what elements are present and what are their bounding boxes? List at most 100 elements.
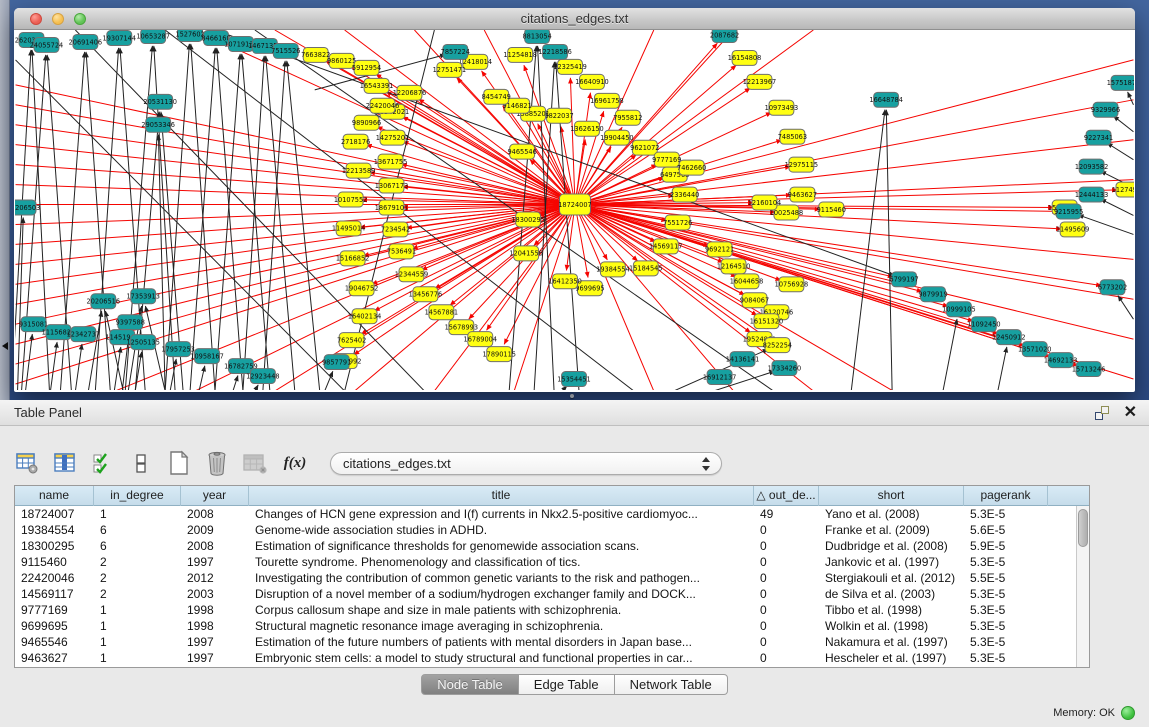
table-cell[interactable]: 2003 (181, 586, 249, 602)
graph-node[interactable]: 16648784 (869, 92, 902, 107)
table-cell[interactable]: Investigating the contribution of common… (249, 570, 754, 586)
graph-node[interactable]: 12206876 (393, 85, 426, 100)
column-header-in-degree[interactable]: in_degree (94, 486, 181, 506)
graph-node[interactable]: 2087682 (710, 30, 739, 42)
show-column-icon[interactable] (52, 450, 78, 476)
graph-node[interactable]: 6773202 (1098, 280, 1127, 295)
table-cell[interactable]: Tourette syndrome. Phenomenology and cla… (249, 554, 754, 570)
graph-node[interactable]: 13671755 (374, 154, 407, 169)
graph-node[interactable]: 10653287 (136, 30, 169, 43)
graph-node[interactable]: 6799197 (889, 272, 918, 287)
graph-node[interactable]: 24055724 (30, 37, 63, 52)
graph-node[interactable]: 9879919 (918, 287, 947, 302)
table-cell[interactable]: 18300295 (15, 538, 94, 554)
table-cell[interactable]: 5.3E-5 (964, 602, 1048, 618)
table-row[interactable]: 1456911722003Disruption of a novel membe… (15, 586, 1076, 602)
graph-node[interactable]: 11274909 (1112, 182, 1134, 197)
graph-node[interactable]: 12093582 (1075, 159, 1108, 174)
table-cell[interactable]: 5.3E-5 (964, 634, 1048, 650)
table-cell[interactable]: 1 (94, 618, 181, 634)
graph-node[interactable]: 17353913 (126, 289, 159, 304)
graph-node[interactable]: 13626150 (570, 121, 603, 136)
column-header-title[interactable]: title (249, 486, 754, 506)
graph-node[interactable]: 12342737 (67, 327, 100, 342)
graph-node[interactable]: 14136141 (726, 352, 759, 367)
table-cell[interactable]: Corpus callosum shape and size in male p… (249, 602, 754, 618)
graph-node[interactable]: 9084067 (740, 293, 769, 308)
graph-node[interactable]: 16151320 (750, 314, 783, 329)
graph-node[interactable]: 2336440 (670, 187, 699, 202)
table-cell[interactable]: 5.5E-5 (964, 570, 1048, 586)
graph-node[interactable]: 10756928 (775, 277, 808, 292)
graph-node[interactable]: 19046752 (345, 281, 378, 296)
collapse-panel-arrow-icon[interactable] (2, 342, 8, 350)
table-cell[interactable]: Jankovic et al. (1997) (819, 554, 964, 570)
graph-node[interactable]: 20206516 (87, 294, 120, 309)
table-cell[interactable]: 5.3E-5 (964, 618, 1048, 634)
table-cell[interactable]: 1997 (181, 554, 249, 570)
table-row[interactable]: 1872400712008Changes of HCN gene express… (15, 506, 1076, 522)
select-all-icon[interactable] (90, 450, 116, 476)
float-panel-icon[interactable] (1095, 406, 1109, 420)
column-header-name[interactable]: name (15, 486, 94, 506)
table-cell[interactable]: 2008 (181, 506, 249, 522)
graph-node[interactable]: 17890115 (482, 347, 515, 362)
table-cell[interactable]: Hescheler et al. (1997) (819, 650, 964, 666)
graph-node[interactable]: 12213967 (743, 74, 776, 89)
table-cell[interactable]: 14569117 (15, 586, 94, 602)
graph-node[interactable]: 16961758 (590, 93, 623, 108)
graph-node[interactable]: 17334260 (768, 361, 801, 376)
table-row[interactable]: 1830029562008Estimation of significance … (15, 538, 1076, 554)
table-cell[interactable]: Stergiakouli et al. (2012) (819, 570, 964, 586)
graph-node[interactable]: 18300295 (511, 212, 544, 227)
table-cell[interactable]: Franke et al. (2009) (819, 522, 964, 538)
table-cell[interactable]: Nakamura et al. (1997) (819, 634, 964, 650)
graph-node[interactable]: 14567881 (425, 305, 458, 320)
graph-node[interactable]: 7234542 (381, 222, 410, 237)
graph-node[interactable]: 7663822 (301, 47, 330, 62)
scrollbar-thumb[interactable] (1078, 509, 1088, 547)
table-cell[interactable]: 0 (754, 522, 819, 538)
graph-node[interactable]: 10999105 (942, 302, 975, 317)
table-cell[interactable]: 6 (94, 522, 181, 538)
graph-node[interactable]: 18679101 (375, 200, 408, 215)
graph-node[interactable]: 9227341 (1084, 130, 1113, 145)
graph-node[interactable]: 10958167 (190, 349, 223, 364)
table-cell[interactable]: 1 (94, 602, 181, 618)
table-cell[interactable]: de Silva et al. (2003) (819, 586, 964, 602)
import-table-icon-disabled[interactable] (242, 450, 268, 476)
table-scrollbar[interactable] (1076, 506, 1089, 667)
graph-node[interactable]: 12325419 (553, 59, 586, 74)
table-cell[interactable]: 1998 (181, 618, 249, 634)
table-cell[interactable]: 1997 (181, 634, 249, 650)
table-cell[interactable]: Estimation of the future numbers of pati… (249, 634, 754, 650)
table-cell[interactable]: 5.3E-5 (964, 506, 1048, 522)
delete-column-icon trash-icon[interactable] (204, 450, 230, 476)
graph-node[interactable]: 20531130 (143, 94, 176, 109)
table-row[interactable]: 977716911998Corpus callosum shape and si… (15, 602, 1076, 618)
graph-node[interactable]: 12218586 (538, 44, 571, 59)
table-cell[interactable]: 9777169 (15, 602, 94, 618)
tab-edge-table[interactable]: Edge Table (519, 674, 615, 695)
graph-node[interactable]: 14569117 (649, 239, 682, 254)
graph-node[interactable]: 15713246 (1072, 362, 1105, 377)
table-cell[interactable]: 6 (94, 538, 181, 554)
graph-node[interactable]: 16640910 (575, 74, 608, 89)
graph-node[interactable]: 1527602 (175, 30, 204, 41)
table-cell[interactable]: 0 (754, 602, 819, 618)
table-cell[interactable]: 5.6E-5 (964, 522, 1048, 538)
graph-node[interactable]: 12450912 (992, 330, 1025, 345)
graph-node[interactable]: 12444133 (1075, 187, 1108, 202)
graph-node[interactable]: 12923448 (246, 369, 279, 384)
graph-node[interactable]: 9692121 (705, 242, 734, 257)
table-cell[interactable]: Yano et al. (2008) (819, 506, 964, 522)
graph-node[interactable]: 19384554 (596, 262, 629, 277)
graph-node[interactable]: 13571020 (1018, 342, 1051, 357)
unselect-rows-icon[interactable] (128, 450, 154, 476)
graph-node[interactable]: 16154808 (728, 50, 761, 65)
graph-node[interactable]: 7625402 (337, 333, 366, 348)
table-cell[interactable]: 0 (754, 570, 819, 586)
graph-node[interactable]: 15166852 (336, 251, 369, 266)
table-cell[interactable]: Disruption of a novel member of a sodium… (249, 586, 754, 602)
table-cell[interactable]: 5.9E-5 (964, 538, 1048, 554)
